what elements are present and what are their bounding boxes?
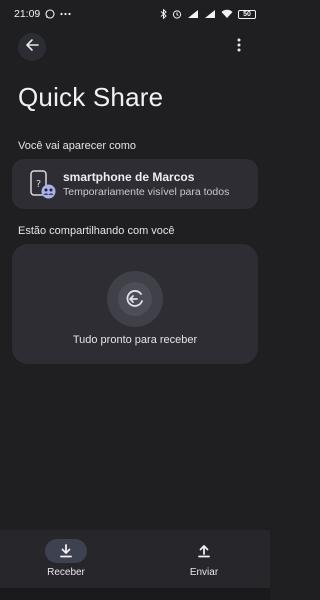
device-visibility-status: Temporariamente visível para todos [63, 186, 230, 198]
overflow-menu-button[interactable] [228, 36, 250, 58]
bottom-navigation: Receber Enviar [0, 530, 270, 588]
device-name: smartphone de Marcos [63, 170, 195, 184]
nav-receive-tab[interactable]: Receber [21, 530, 111, 588]
svg-text:?: ? [36, 179, 41, 190]
back-button[interactable] [18, 33, 46, 61]
upload-icon [183, 539, 225, 563]
battery-level: 50 [243, 10, 251, 18]
status-time: 21:09 [14, 8, 41, 20]
nav-receive-label: Receber [47, 567, 85, 578]
battery-icon: 50 [238, 9, 256, 19]
more-dots-icon [60, 12, 71, 16]
device-visibility-card[interactable]: ? smartphone de Marcos Temporariamente v… [12, 159, 258, 209]
signal-5g-icon [187, 9, 199, 19]
receive-pulse-icon [107, 271, 163, 327]
page-title: Quick Share [18, 82, 164, 112]
bluetooth-icon [160, 9, 167, 19]
more-vert-icon [237, 38, 241, 57]
receive-status-text: Tudo pronto para receber [72, 334, 198, 346]
nav-send-tab[interactable]: Enviar [159, 530, 249, 588]
alarm-icon [172, 9, 182, 19]
visibility-section-label: Você vai aparecer como [18, 140, 137, 152]
download-icon [45, 539, 87, 563]
wifi-icon [221, 9, 233, 19]
sharing-section-label: Estão compartilhando com você [18, 225, 175, 237]
arrow-back-icon [25, 38, 39, 57]
nav-send-label: Enviar [189, 567, 219, 578]
whatsapp-icon [45, 9, 55, 19]
status-bar: 21:09 50 [0, 0, 270, 28]
signal-icon [204, 9, 216, 19]
receive-status-card: Tudo pronto para receber [12, 244, 258, 364]
phone-people-icon: ? [26, 169, 56, 199]
gesture-area [0, 588, 270, 600]
